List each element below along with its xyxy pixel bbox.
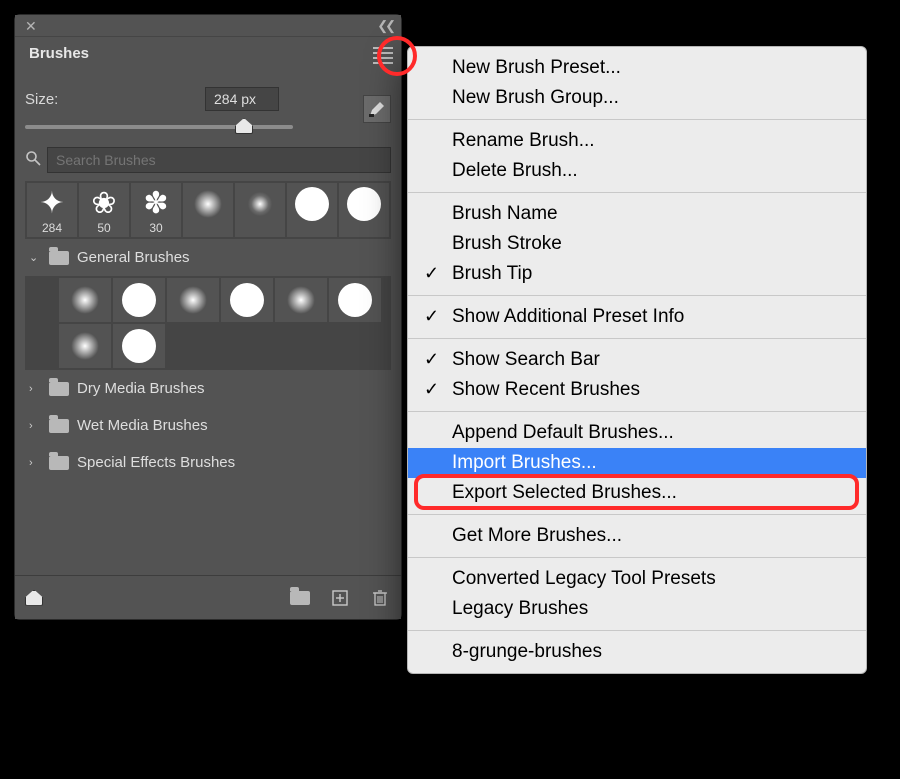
brush-thumbnail[interactable]: [339, 183, 389, 237]
folder-icon: [49, 456, 69, 470]
brush-thumbnail[interactable]: [287, 183, 337, 237]
menu-item[interactable]: Converted Legacy Tool Presets: [408, 564, 866, 594]
menu-separator: [408, 192, 866, 193]
size-input[interactable]: [205, 87, 279, 111]
delete-button[interactable]: [369, 588, 391, 608]
menu-item[interactable]: Append Default Brushes...: [408, 418, 866, 448]
brush-thumbnail[interactable]: ✽30: [131, 183, 181, 237]
brush-thumbnail[interactable]: [329, 278, 381, 322]
brush-thumbnail[interactable]: ✦284: [27, 183, 77, 237]
close-icon[interactable]: ✕: [25, 18, 37, 35]
menu-item[interactable]: Show Recent Brushes: [408, 375, 866, 405]
folder-icon: [49, 419, 69, 433]
panel-topbar: ✕ ❮❮: [15, 15, 401, 37]
menu-item[interactable]: Export Selected Brushes...: [408, 478, 866, 508]
flyout-menu-icon[interactable]: [373, 44, 393, 60]
brushes-panel: ✕ ❮❮ Brushes Size:: [14, 14, 402, 620]
folder-row[interactable]: › Wet Media Brushes: [25, 407, 391, 444]
folder-label: Wet Media Brushes: [77, 417, 208, 434]
menu-item[interactable]: Show Search Bar: [408, 345, 866, 375]
flyout-menu: New Brush Preset...New Brush Group... Ren…: [407, 46, 867, 674]
thumbnail-size-slider[interactable]: [25, 590, 43, 606]
brush-thumbnail[interactable]: [167, 278, 219, 322]
menu-separator: [408, 119, 866, 120]
menu-separator: [408, 338, 866, 339]
folder-icon: [49, 251, 69, 265]
menu-item[interactable]: Delete Brush...: [408, 156, 866, 186]
size-slider[interactable]: [25, 115, 363, 137]
brush-thumbnail[interactable]: [221, 278, 273, 322]
menu-item[interactable]: Rename Brush...: [408, 126, 866, 156]
size-label: Size:: [25, 91, 195, 108]
menu-separator: [408, 295, 866, 296]
brush-thumbnail[interactable]: [113, 324, 165, 368]
folder-icon: [49, 382, 69, 396]
search-input[interactable]: [47, 147, 391, 173]
menu-separator: [408, 514, 866, 515]
brush-thumbnail[interactable]: [113, 278, 165, 322]
brush-thumbnail[interactable]: [59, 278, 111, 322]
menu-item[interactable]: Brush Name: [408, 199, 866, 229]
tab-brushes[interactable]: Brushes: [15, 38, 103, 69]
collapse-icon[interactable]: ❮❮: [377, 18, 393, 34]
brush-edit-button[interactable]: [363, 95, 391, 123]
brush-thumbnail[interactable]: ❀50: [79, 183, 129, 237]
tab-row: Brushes: [15, 37, 401, 69]
menu-item[interactable]: Get More Brushes...: [408, 521, 866, 551]
brush-thumbnail[interactable]: [59, 324, 111, 368]
menu-separator: [408, 411, 866, 412]
menu-item[interactable]: Show Additional Preset Info: [408, 302, 866, 332]
menu-item[interactable]: 8-grunge-brushes: [408, 637, 866, 667]
chevron-right-icon: ›: [29, 383, 41, 395]
folder-label: General Brushes: [77, 249, 190, 266]
folder-label: Special Effects Brushes: [77, 454, 235, 471]
brush-thumbnail[interactable]: [183, 183, 233, 237]
general-brushes-grid: [25, 276, 391, 370]
brush-thumbnail[interactable]: [235, 183, 285, 237]
menu-item[interactable]: New Brush Preset...: [408, 53, 866, 83]
menu-item[interactable]: Legacy Brushes: [408, 594, 866, 624]
new-group-button[interactable]: [289, 588, 311, 608]
menu-item[interactable]: Brush Stroke: [408, 229, 866, 259]
search-icon: [25, 150, 41, 171]
new-preset-button[interactable]: [329, 588, 351, 608]
folder-label: Dry Media Brushes: [77, 380, 205, 397]
recent-brushes-row: ✦284❀50✽30: [25, 181, 391, 239]
chevron-right-icon: ›: [29, 457, 41, 469]
menu-separator: [408, 630, 866, 631]
folder-general-brushes[interactable]: ⌄ General Brushes: [25, 239, 391, 276]
menu-separator: [408, 557, 866, 558]
folder-row[interactable]: › Special Effects Brushes: [25, 444, 391, 481]
panel-bottom-bar: [15, 575, 401, 619]
menu-item[interactable]: New Brush Group...: [408, 83, 866, 113]
menu-item[interactable]: Import Brushes...: [408, 448, 866, 478]
slider-thumb-icon[interactable]: [235, 118, 253, 134]
brush-thumbnail[interactable]: [275, 278, 327, 322]
chevron-right-icon: ›: [29, 420, 41, 432]
folder-row[interactable]: › Dry Media Brushes: [25, 370, 391, 407]
chevron-down-icon: ⌄: [29, 251, 41, 264]
menu-item[interactable]: Brush Tip: [408, 259, 866, 289]
